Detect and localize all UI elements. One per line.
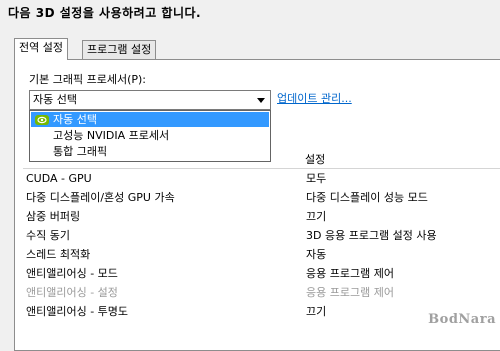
tab-global-settings[interactable]: 전역 설정	[14, 38, 68, 60]
feature-value[interactable]: 응용 프로그램 제어	[306, 265, 394, 283]
feature-name: 앤티앨리어싱 - 투명도	[26, 305, 129, 318]
nvidia-logo-icon	[35, 115, 49, 125]
tab-bar: 전역 설정 프로그램 설정	[14, 38, 214, 60]
feature-value[interactable]: 끄기	[306, 303, 326, 321]
table-row[interactable]: 삼중 버퍼링 끄기	[23, 208, 500, 226]
feature-value[interactable]: 자동	[306, 246, 326, 264]
graphics-processor-label: 기본 그래픽 프로세서(P):	[29, 73, 146, 86]
watermark-logo: BodNara	[428, 312, 496, 327]
table-row[interactable]: 스레드 최적화 자동	[23, 246, 500, 264]
page-heading: 다음 3D 설정을 사용하려고 합니다.	[8, 6, 202, 20]
table-row[interactable]: 다중 디스플레이/혼성 GPU 가속 다중 디스플레이 성능 모드	[23, 189, 500, 207]
tab-program-settings[interactable]: 프로그램 설정	[82, 40, 157, 59]
graphics-processor-dropdown-list: 자동 선택 고성능 NVIDIA 프로세서 통합 그래픽	[29, 110, 271, 162]
graphics-processor-select[interactable]: 자동 선택	[29, 90, 271, 110]
table-row[interactable]: 앤티앨리어싱 - 모드 응용 프로그램 제어	[23, 265, 500, 283]
dropdown-option-label: 통합 그래픽	[53, 145, 108, 158]
feature-name: 앤티앨리어싱 - 설정	[26, 286, 118, 299]
feature-name: 삼중 버퍼링	[26, 210, 81, 223]
update-management-link[interactable]: 업데이트 관리...	[277, 90, 352, 106]
table-row[interactable]: CUDA - GPU 모두	[23, 170, 500, 188]
dropdown-option-high-performance-nvidia[interactable]: 고성능 NVIDIA 프로세서	[31, 128, 269, 143]
feature-name: 앤티앨리어싱 - 모드	[26, 267, 118, 280]
chevron-down-icon[interactable]	[254, 91, 268, 109]
table-row[interactable]: 수직 동기 3D 응용 프로그램 설정 사용	[23, 227, 500, 245]
table-row: 앤티앨리어싱 - 설정 응용 프로그램 제어	[23, 284, 500, 302]
dropdown-option-label: 고성능 NVIDIA 프로세서	[53, 129, 170, 142]
feature-value[interactable]: 3D 응용 프로그램 설정 사용	[306, 227, 437, 245]
feature-value[interactable]: 모두	[306, 170, 326, 188]
settings-panel: 기본 그래픽 프로세서(P): 자동 선택 업데이트 관리... 자동 선택 고…	[14, 59, 500, 351]
dropdown-option-auto-select[interactable]: 자동 선택	[31, 112, 269, 127]
feature-value: 응용 프로그램 제어	[306, 286, 394, 299]
dropdown-option-label: 자동 선택	[53, 113, 97, 126]
feature-value[interactable]: 다중 디스플레이 성능 모드	[306, 189, 428, 207]
dropdown-option-integrated-graphics[interactable]: 통합 그래픽	[31, 144, 269, 159]
feature-name: 수직 동기	[26, 229, 70, 242]
feature-name: CUDA - GPU	[26, 172, 92, 185]
feature-name: 다중 디스플레이/혼성 GPU 가속	[26, 191, 175, 204]
feature-value[interactable]: 끄기	[306, 208, 326, 226]
feature-name: 스레드 최적화	[26, 248, 91, 261]
settings-column-header[interactable]: 설정	[305, 151, 325, 167]
graphics-processor-selected-value: 자동 선택	[33, 93, 77, 106]
